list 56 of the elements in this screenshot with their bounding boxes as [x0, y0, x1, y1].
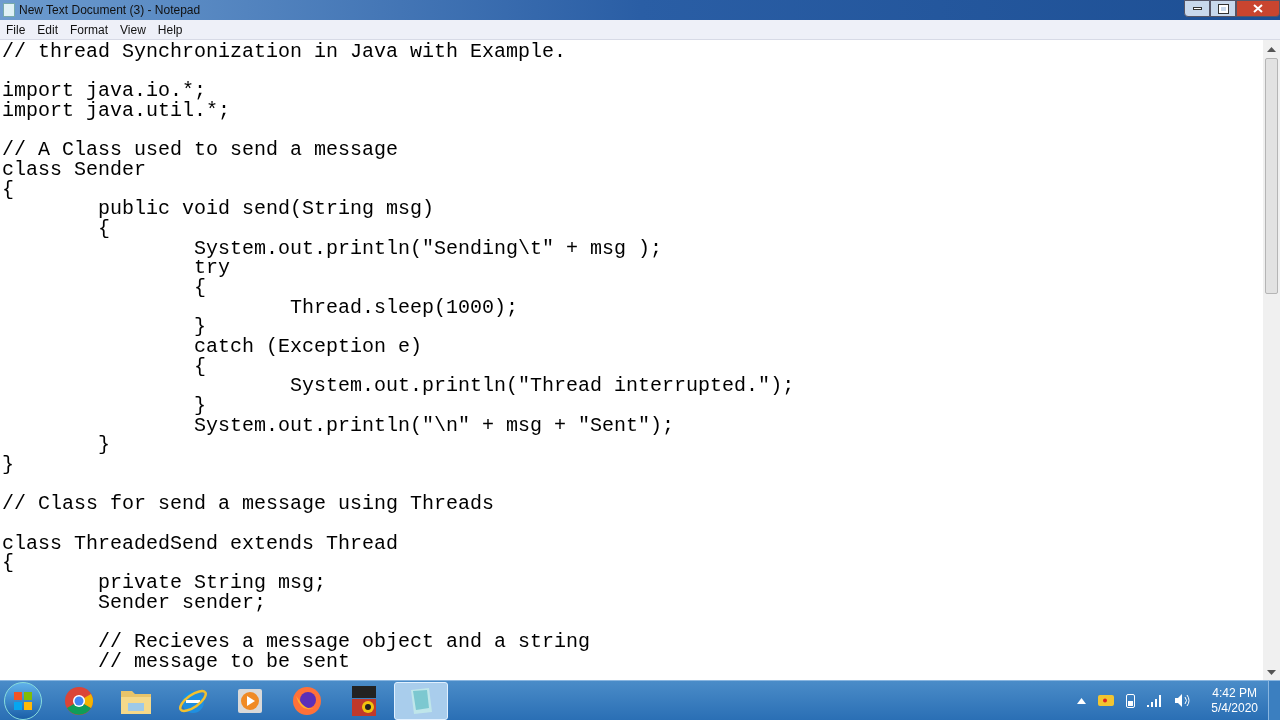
code-line: Thread.sleep(1000);	[289, 297, 519, 318]
code-line: System.out.println("Sending\t" + msg );	[193, 238, 663, 259]
code-line: try	[193, 258, 231, 279]
code-line: }	[2, 455, 14, 475]
code-line: private String msg;	[97, 573, 327, 593]
browser-icon	[64, 685, 94, 716]
code-line: {	[2, 179, 14, 200]
battery-icon[interactable]	[1126, 693, 1136, 708]
clock-time[interactable]: 4:42 PM	[1212, 685, 1257, 701]
code-line: System.out.println("Thread interrupted.");	[289, 376, 795, 397]
show-hidden-icons-icon[interactable]	[1077, 697, 1087, 704]
code-line: class Sender	[2, 160, 147, 180]
code-line: {	[2, 553, 14, 574]
scroll-up-icon	[1267, 46, 1276, 52]
code-line: // A Class used to send a message	[2, 140, 399, 161]
window-title: New Text Document (3) - Notepad	[19, 2, 201, 19]
windows-logo-icon	[13, 690, 33, 711]
camera-icon[interactable]	[1098, 694, 1115, 707]
maximize-button[interactable]	[1210, 0, 1236, 17]
close-icon	[1253, 4, 1263, 13]
menu-item[interactable]: View	[114, 20, 152, 39]
signal-icon[interactable]	[1147, 694, 1164, 707]
menu-item[interactable]: Format	[64, 20, 115, 39]
clock-date[interactable]: 5/4/2020	[1211, 700, 1258, 716]
code-line: catch (Exception e)	[193, 337, 423, 357]
notepad-icon	[3, 3, 15, 17]
code-line: }	[193, 396, 207, 416]
minimize-button[interactable]	[1184, 0, 1210, 17]
code-line: }	[97, 435, 111, 456]
browser-icon	[292, 685, 322, 716]
code-line: // message to be sent	[97, 651, 351, 672]
scrollbar[interactable]	[1263, 40, 1280, 680]
media-player-icon	[236, 686, 264, 715]
menu-item[interactable]: Edit	[31, 20, 65, 39]
code-line: // Recieves a message object and a string	[97, 632, 591, 652]
code-line: // Class for send a message using Threads	[2, 494, 495, 515]
menu-item[interactable]: Help	[151, 20, 189, 39]
code-line: import java.io.*;	[2, 81, 207, 101]
code-line: public void send(String msg)	[97, 199, 435, 220]
code-line: {	[193, 356, 207, 377]
code-line: import java.util.*;	[2, 101, 231, 121]
code-line: // thread Synchronization in Java with Example.	[2, 42, 567, 62]
code-line: {	[193, 278, 207, 298]
app-icon	[351, 684, 377, 717]
code-line: class ThreadedSend extends Thread	[2, 533, 399, 554]
show-desktop-button[interactable]	[1268, 680, 1280, 720]
code-line: Sender sender;	[97, 592, 267, 613]
code-line: }	[193, 317, 207, 338]
start-button[interactable]	[4, 681, 42, 720]
menu-item[interactable]: File	[0, 20, 32, 39]
code-line: {	[97, 219, 111, 239]
volume-icon[interactable]	[1175, 694, 1192, 707]
close-button[interactable]	[1236, 0, 1280, 17]
scroll-thumb[interactable]	[1265, 58, 1278, 294]
scroll-down-icon	[1267, 670, 1276, 676]
code-line: System.out.println("\n" + msg + "Sent");	[193, 415, 675, 436]
